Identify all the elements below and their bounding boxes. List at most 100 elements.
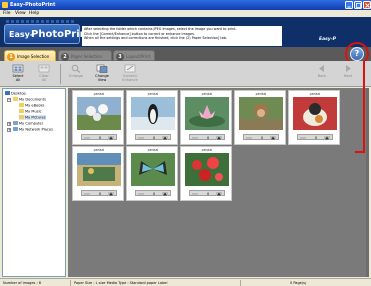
up-arrow-icon (163, 192, 167, 195)
thumbnail-filename: penkai (93, 148, 105, 152)
back-button[interactable]: Back (310, 63, 334, 85)
tab-image-selection[interactable]: 1 Image Selection (4, 50, 56, 61)
tool-label: Enlarge (69, 74, 83, 78)
tree-item-my-documents[interactable]: My Documents (13, 97, 46, 102)
tree-item-label: My Pictures (25, 115, 46, 120)
decrement-button[interactable] (138, 136, 144, 139)
tree-item-my-ebooks[interactable]: My eBooks (19, 103, 44, 108)
up-arrow-icon (109, 136, 113, 139)
next-arrow-icon (346, 65, 351, 72)
thumbnail-card[interactable]: penkai 0 (234, 90, 286, 145)
close-icon (365, 3, 370, 8)
photo-flowers (77, 97, 121, 130)
select-all-button[interactable]: Select All (6, 63, 30, 85)
thumbnail-grid: penkai 0 penkai 0 penkai 0 penkai 0 penk… (68, 88, 369, 277)
up-arrow-icon (217, 136, 221, 139)
decrement-button[interactable] (138, 192, 144, 195)
tree-expander[interactable]: + (7, 122, 11, 126)
print-count: 0 (99, 191, 102, 196)
increment-button[interactable] (324, 135, 330, 140)
thumbnail-card[interactable]: penkai 0 (288, 90, 340, 145)
instruction-line: When all the settings and corrections ar… (84, 36, 228, 41)
tree-item-my-pictures[interactable]: My Pictures (19, 115, 46, 120)
tree-item-label: My Music (25, 109, 42, 114)
clear-all-button[interactable]: Clear All (32, 63, 56, 85)
thumbnail-card[interactable]: penkai 0 (72, 90, 124, 145)
thumbnail-card[interactable]: penkai 0 (72, 146, 124, 201)
change-view-button[interactable]: Change View (90, 63, 114, 85)
print-count-control: 0 (81, 134, 117, 140)
correct-enhance-button[interactable]: Correct/ Enhance (118, 63, 142, 85)
tool-label: All (15, 78, 21, 82)
decrement-button[interactable] (84, 192, 90, 195)
maximize-icon (356, 3, 361, 8)
increment-button[interactable] (270, 135, 276, 140)
decrement-button[interactable] (300, 136, 306, 139)
increment-button[interactable] (108, 191, 114, 196)
tree-item-label: My Network Places (19, 127, 53, 132)
tree-item-desktop[interactable]: Desktop (5, 91, 26, 96)
thumbnail-card[interactable]: penkai 0 (126, 146, 178, 201)
status-bar: Number of images : 8 Paper Size : L size… (0, 278, 371, 286)
menu-help[interactable]: Help (29, 11, 39, 16)
decrement-button[interactable] (84, 136, 90, 139)
up-arrow-icon (325, 136, 329, 139)
print-count: 0 (261, 135, 264, 140)
up-arrow-icon (109, 192, 113, 195)
increment-button[interactable] (108, 135, 114, 140)
tree-item-my-network-places[interactable]: My Network Places (13, 127, 53, 132)
thumbnail-card[interactable]: penkai 0 (180, 90, 232, 145)
tab-label: Image Selection (17, 54, 50, 59)
increment-button[interactable] (162, 135, 168, 140)
tree-expander[interactable]: − (7, 98, 11, 102)
thumbnail-filename: penkai (201, 148, 213, 152)
decrement-button[interactable] (192, 136, 198, 139)
vertical-scrollbar[interactable] (366, 88, 369, 277)
tool-label: All (41, 78, 47, 82)
tab-paper-selection[interactable]: 2 Paper Selection (58, 50, 112, 61)
tab-label: Paper Selection (71, 54, 103, 59)
tree-expander[interactable]: + (7, 128, 11, 132)
tree-item-label: My eBooks (25, 103, 45, 108)
thumbnail-filename: penkai (201, 92, 213, 96)
folder-icon (19, 103, 24, 107)
callout-line (355, 61, 365, 153)
thumbnail-card[interactable]: penkai 0 (180, 146, 232, 201)
maximize-button[interactable] (354, 1, 362, 9)
status-divider (70, 280, 71, 286)
tree-item-my-music[interactable]: My Music (19, 109, 42, 114)
photo-red-flowers (185, 153, 229, 186)
thumbnail-filename: penkai (255, 92, 267, 96)
window-title: Easy-PhotoPrint (10, 1, 56, 8)
folder-icon (19, 115, 24, 119)
up-arrow-icon (217, 192, 221, 195)
tab-number: 3 (116, 52, 124, 61)
menu-view[interactable]: View (15, 11, 26, 16)
enlarge-button[interactable]: Enlarge (64, 63, 88, 85)
banner-decoration (6, 20, 76, 23)
tab-number: 2 (61, 52, 69, 61)
minimize-button[interactable] (345, 1, 353, 9)
tree-item-my-computer[interactable]: My Computer (13, 121, 43, 126)
print-count: 0 (207, 191, 210, 196)
photo-lotus (185, 97, 229, 130)
print-count-control: 0 (297, 134, 333, 140)
tool-label: View (97, 78, 107, 82)
menu-file[interactable]: File (3, 11, 11, 16)
change-view-icon (96, 64, 108, 73)
folder-tree[interactable]: Desktop − My Documents My eBooks My Musi… (2, 88, 66, 277)
logo-prefix: Easy- (9, 30, 34, 39)
decrement-button[interactable] (192, 192, 198, 195)
photo-monkey (239, 97, 283, 130)
increment-button[interactable] (216, 191, 222, 196)
increment-button[interactable] (216, 135, 222, 140)
thumbnail-card[interactable]: penkai 0 (126, 90, 178, 145)
photo-cat (293, 97, 337, 130)
tab-layout-print[interactable]: 3 Layout/Print (113, 50, 155, 61)
thumbnail-filename: penkai (309, 92, 321, 96)
thumbnail-filename: penkai (93, 92, 105, 96)
decrement-button[interactable] (246, 136, 252, 139)
print-count: 0 (153, 135, 156, 140)
increment-button[interactable] (162, 191, 168, 196)
close-button[interactable] (363, 1, 371, 9)
